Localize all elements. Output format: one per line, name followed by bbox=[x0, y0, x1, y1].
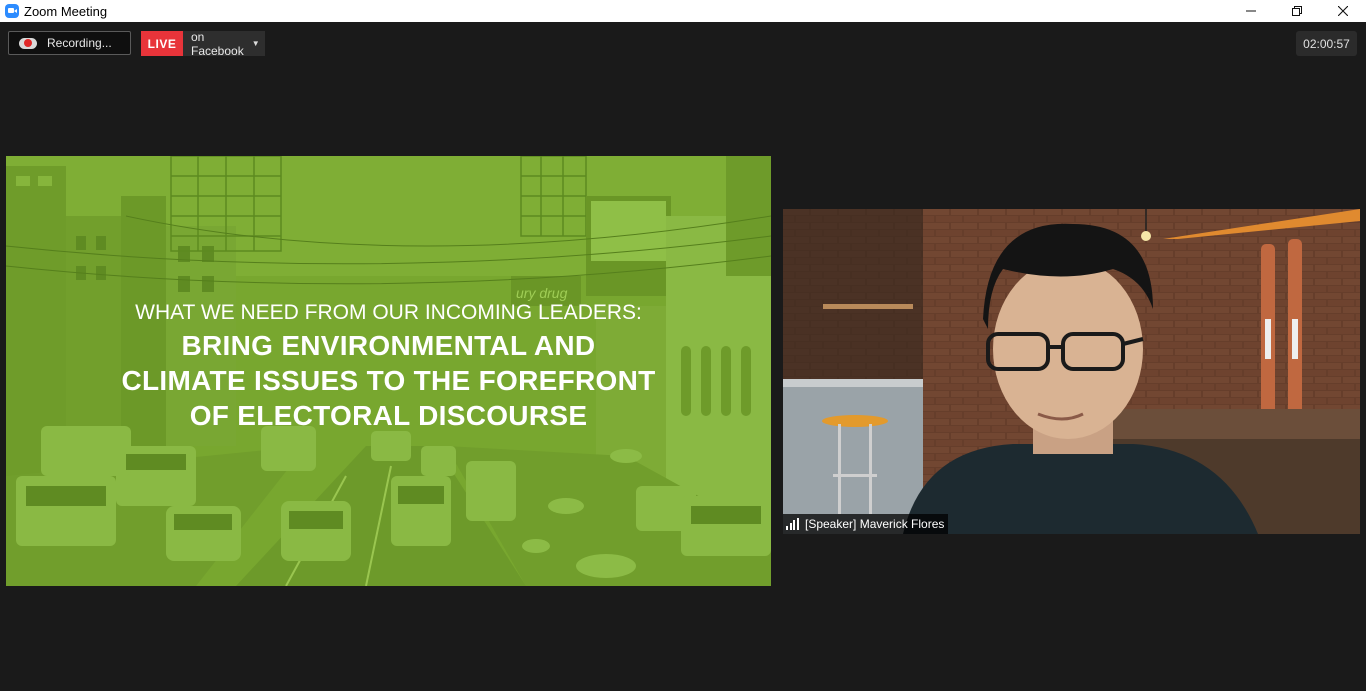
speaker-video-tile[interactable]: [Speaker] Maverick Flores bbox=[783, 209, 1360, 534]
live-destination-label: on Facebook bbox=[191, 29, 244, 58]
close-icon bbox=[1338, 6, 1348, 16]
minimize-icon bbox=[1246, 10, 1256, 12]
billboard-text: ury drug bbox=[516, 285, 568, 301]
minimize-button[interactable] bbox=[1228, 0, 1274, 22]
window-title: Zoom Meeting bbox=[24, 3, 108, 19]
live-badge: LIVE bbox=[141, 31, 183, 56]
window-controls bbox=[1228, 0, 1366, 22]
slide-headline-line-1: BRING ENVIRONMENTAL AND bbox=[181, 330, 596, 361]
window-titlebar: Zoom Meeting bbox=[0, 0, 1366, 22]
speaker-name-label: [Speaker] Maverick Flores bbox=[805, 517, 945, 531]
slide-subtitle: WHAT WE NEED FROM OUR INCOMING LEADERS: bbox=[135, 301, 642, 324]
speaker-name-tag: [Speaker] Maverick Flores bbox=[783, 514, 949, 534]
restore-button[interactable] bbox=[1274, 0, 1320, 22]
slide-text-block: WHAT WE NEED FROM OUR INCOMING LEADERS: … bbox=[6, 301, 771, 433]
close-button[interactable] bbox=[1320, 0, 1366, 22]
shared-screen-slide: ury drug WHAT WE NEED FROM OUR INCOMING … bbox=[6, 156, 771, 586]
slide-headline: BRING ENVIRONMENTAL AND CLIMATE ISSUES T… bbox=[6, 328, 771, 433]
chevron-down-icon: ▼ bbox=[251, 39, 260, 48]
cloud-record-icon bbox=[19, 36, 39, 50]
zoom-camera-icon bbox=[5, 4, 19, 18]
speaker-video-frame bbox=[783, 209, 1360, 534]
restore-icon bbox=[1292, 6, 1302, 16]
meeting-timer: 02:00:57 bbox=[1296, 31, 1357, 56]
recording-button[interactable]: Recording... bbox=[8, 31, 131, 55]
signal-bars-icon bbox=[786, 518, 800, 530]
slide-headline-line-3: OF ELECTORAL DISCOURSE bbox=[189, 400, 588, 431]
live-destination-dropdown[interactable]: on Facebook ▼ bbox=[183, 29, 265, 58]
live-stream-control[interactable]: LIVE on Facebook ▼ bbox=[141, 29, 265, 58]
recording-label: Recording... bbox=[47, 36, 112, 50]
slide-headline-line-2: CLIMATE ISSUES TO THE FOREFRONT bbox=[121, 365, 656, 396]
